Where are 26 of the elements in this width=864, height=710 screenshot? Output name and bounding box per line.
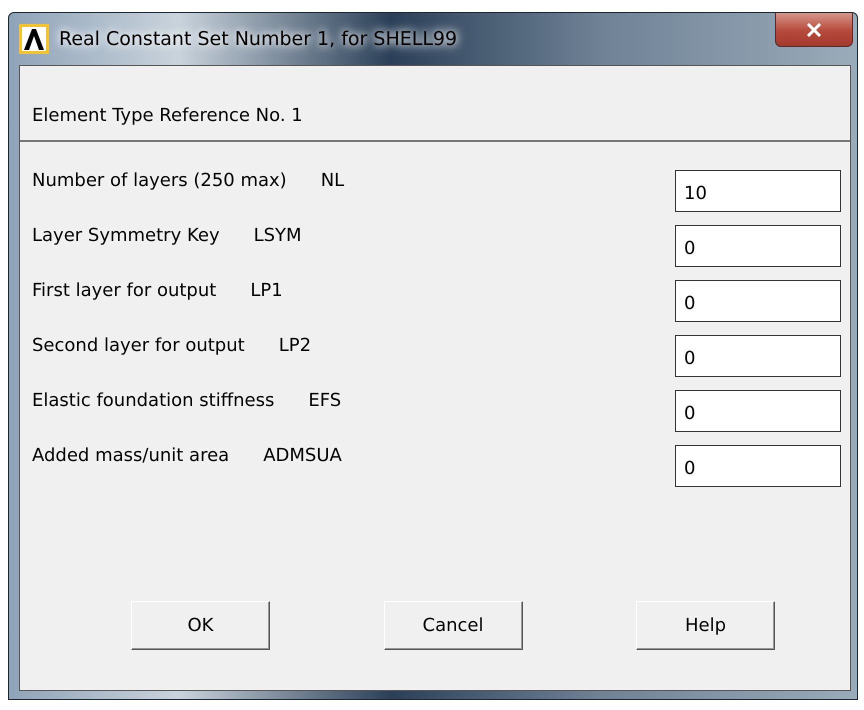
close-button[interactable]: [775, 13, 853, 47]
dialog-button[interactable]: Cancel: [384, 601, 522, 650]
field-keyword: LSYM: [254, 225, 302, 246]
dialog-button[interactable]: Help: [636, 601, 775, 650]
input-field[interactable]: 0: [675, 225, 841, 267]
close-icon: [806, 22, 822, 36]
field-keyword: NL: [320, 170, 344, 191]
field-label: Number of layers (250 max): [32, 170, 287, 191]
input-field[interactable]: 10: [675, 170, 841, 212]
input-field[interactable]: 0: [675, 335, 841, 377]
window-title: Real Constant Set Number 1, for SHELL99: [59, 28, 458, 50]
field-keyword: LP1: [250, 280, 283, 301]
field-keyword: ADMSUA: [263, 445, 342, 466]
dialog-button[interactable]: OK: [131, 601, 270, 650]
input-field[interactable]: 0: [675, 390, 841, 432]
field-label: Second layer for output: [32, 335, 245, 356]
logo-icon: [19, 24, 49, 54]
field-label: First layer for output: [32, 280, 216, 301]
field-keyword: EFS: [308, 390, 342, 411]
field-label: Layer Symmetry Key: [32, 225, 220, 246]
input-field[interactable]: 0: [675, 280, 841, 322]
field-label: Added mass/unit area: [32, 445, 230, 466]
field-label: Elastic foundation stiffness: [32, 390, 274, 411]
input-field[interactable]: 0: [675, 445, 841, 487]
field-keyword: LP2: [278, 335, 312, 356]
header-text: Element Type Reference No. 1: [32, 105, 303, 126]
